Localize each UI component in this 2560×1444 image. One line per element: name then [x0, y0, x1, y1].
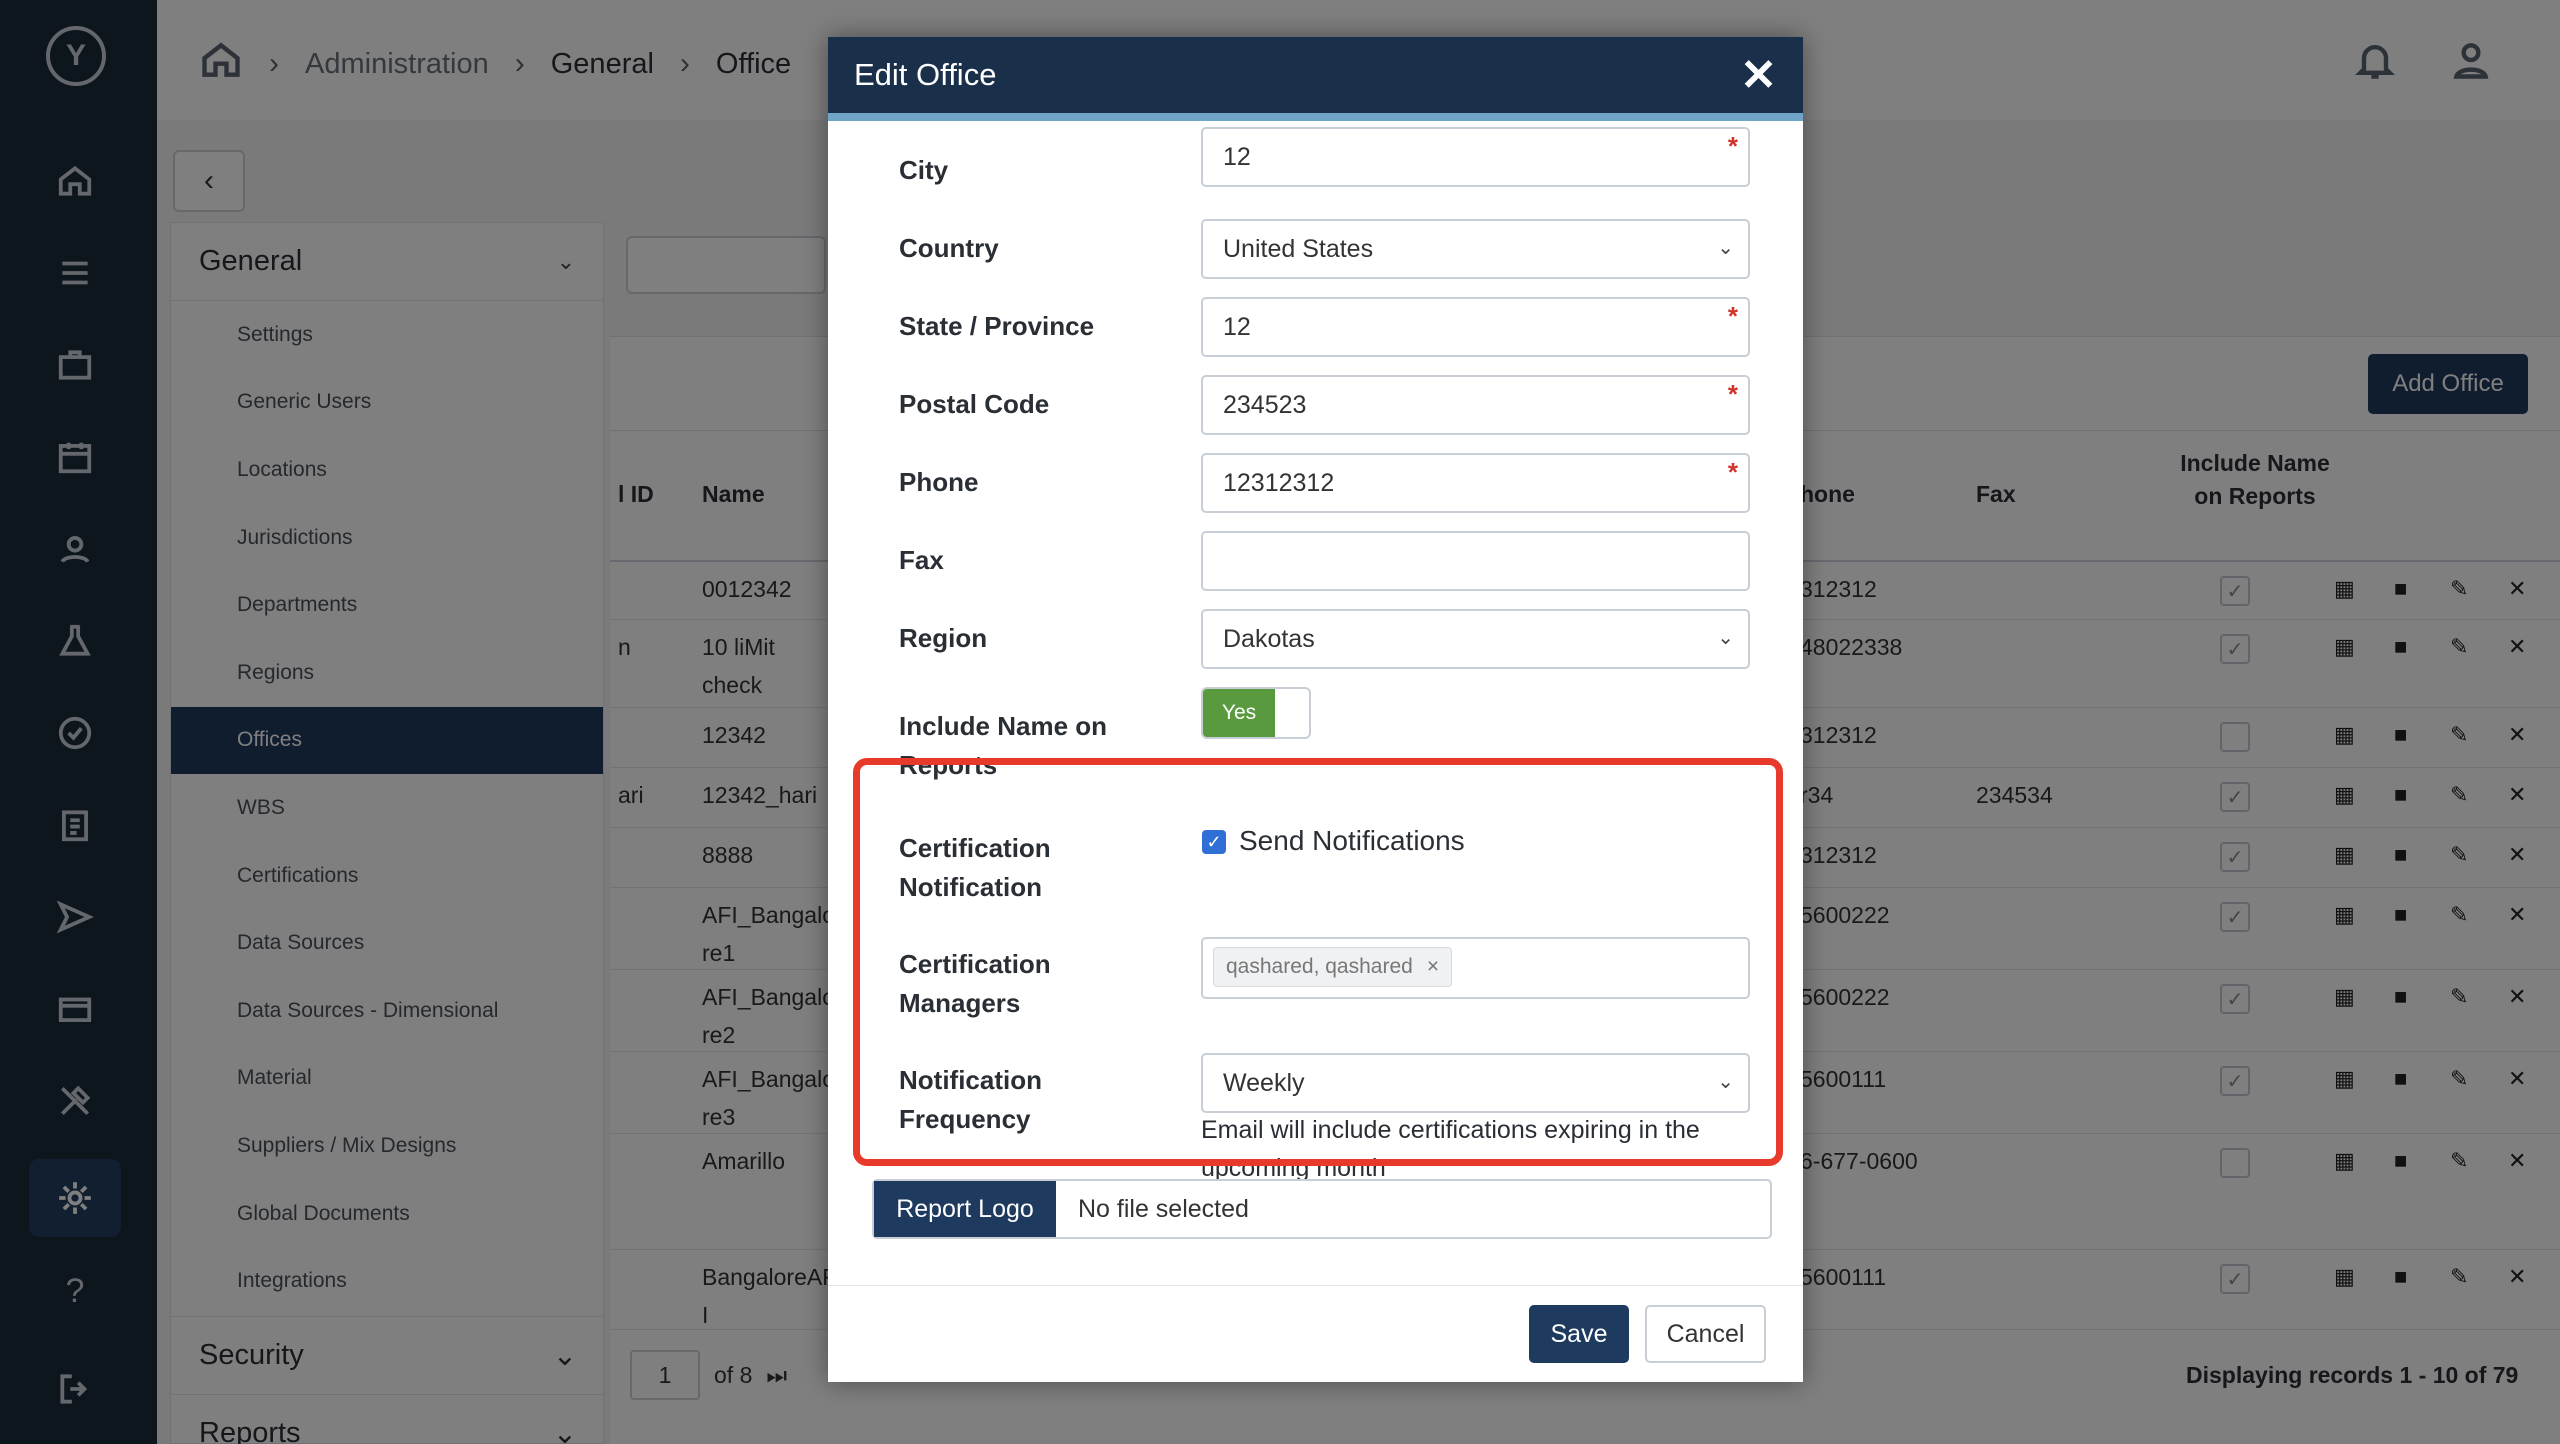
file-status-text: No file selected — [1078, 1195, 1249, 1223]
modal-title: Edit Office — [854, 57, 997, 92]
chevron-down-icon: ⌄ — [1717, 627, 1734, 649]
toggle-on-label: Yes — [1203, 689, 1275, 737]
city-value: 12 — [1223, 142, 1251, 171]
state-field[interactable]: 12 * — [1201, 297, 1750, 357]
region-label: Region — [899, 623, 988, 653]
state-value: 12 — [1223, 312, 1251, 341]
phone-label: Phone — [899, 467, 979, 497]
required-asterisk-icon: * — [1727, 379, 1738, 409]
country-label: Country — [899, 233, 999, 263]
report-logo-button[interactable]: Report Logo — [874, 1181, 1056, 1237]
city-label: City — [899, 155, 949, 185]
country-select[interactable]: United States ⌄ — [1201, 219, 1750, 279]
modal-footer-divider — [828, 1285, 1803, 1286]
postal-label: Postal Code — [899, 389, 1050, 419]
highlight-box — [853, 758, 1783, 1166]
region-value: Dakotas — [1223, 624, 1315, 653]
required-asterisk-icon: * — [1727, 131, 1738, 161]
edit-office-modal: Edit Office ✕ City 12 * Country United St… — [828, 37, 1803, 1382]
include-name-toggle[interactable]: Yes — [1201, 687, 1311, 739]
city-field[interactable]: 12 * — [1201, 127, 1750, 187]
close-icon[interactable]: ✕ — [1740, 50, 1777, 101]
fax-label: Fax — [899, 545, 944, 575]
report-logo-upload[interactable]: Report Logo No file selected — [872, 1179, 1772, 1239]
fax-field[interactable] — [1201, 531, 1750, 591]
postal-code-field[interactable]: 234523 * — [1201, 375, 1750, 435]
save-button[interactable]: Save — [1529, 1305, 1629, 1363]
required-asterisk-icon: * — [1727, 301, 1738, 331]
phone-field[interactable]: 12312312 * — [1201, 453, 1750, 513]
chevron-down-icon: ⌄ — [1717, 237, 1734, 259]
region-select[interactable]: Dakotas ⌄ — [1201, 609, 1750, 669]
cancel-button[interactable]: Cancel — [1645, 1305, 1766, 1363]
required-asterisk-icon: * — [1727, 457, 1738, 487]
modal-header: Edit Office ✕ — [828, 37, 1803, 121]
state-label: State / Province — [899, 311, 1095, 341]
country-value: United States — [1223, 234, 1374, 263]
postal-value: 234523 — [1223, 390, 1307, 419]
phone-value: 12312312 — [1223, 468, 1335, 497]
